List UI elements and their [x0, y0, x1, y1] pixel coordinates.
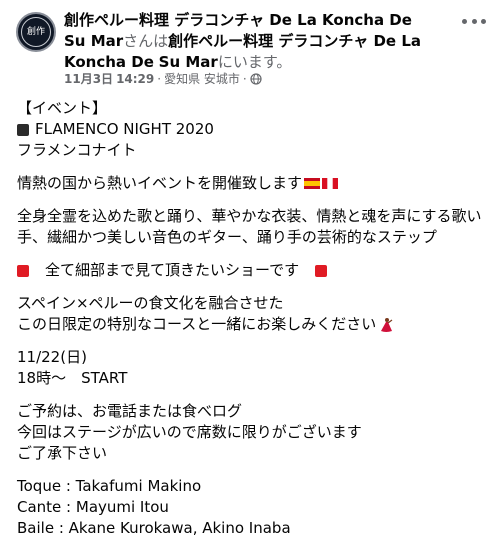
reservation-line-3: ご了承下さい: [17, 444, 108, 462]
event-title-ja: フラメンコナイト: [17, 141, 137, 159]
intro-text: 情熱の国から熱いイベントを開催致します: [17, 174, 303, 192]
post-place[interactable]: 愛知県 安城市: [164, 71, 240, 87]
event-title: FLAMENCO NIGHT 2020: [35, 120, 214, 138]
reservation-line-2: 今回はステージが広いので席数に限りがございます: [17, 423, 362, 441]
highlight-line: 全て細部まで見て頂きたいショーです: [17, 260, 487, 281]
post-meta: 11月3日 14:29 · 愛知県 安城市 ·: [64, 71, 262, 87]
meta-separator-2: ·: [242, 72, 247, 86]
spain-flag-icon: [304, 178, 321, 189]
event-heading: 【イベント】: [17, 99, 108, 117]
more-options-icon[interactable]: [462, 16, 486, 26]
post-header-text: 創作ペルー料理 デラコンチャ De La Koncha De Su Marさんは…: [64, 10, 436, 73]
avatar-logo: 創作: [21, 17, 51, 47]
post-date[interactable]: 11月3日: [64, 71, 113, 87]
globe-icon[interactable]: [250, 73, 262, 85]
meta-separator: ·: [157, 72, 162, 86]
post-body: 【イベント】 FLAMENCO NIGHT 2020 フラメンコナイト 情熱の国…: [17, 98, 487, 539]
intro-line: 情熱の国から熱いイベントを開催致します: [17, 173, 487, 194]
checkin-suffix: さんは: [123, 32, 169, 50]
fusion-line-1: スペイン×ペルーの食文化を融合させた: [17, 294, 284, 312]
performer-toque: Toque : Takafumi Makino: [17, 477, 202, 495]
checkin-end: にいます。: [217, 53, 292, 71]
red-square-icon: [17, 264, 29, 277]
post-time[interactable]: 14:29: [116, 71, 154, 87]
highlight-text: 全て細部まで見て頂きたいショーです: [45, 261, 300, 279]
black-square-icon: [17, 123, 29, 136]
facebook-post: 創作 創作ペルー料理 デラコンチャ De La Koncha De Su Mar…: [0, 0, 500, 537]
dancer-icon: [381, 317, 393, 332]
peru-flag-icon: [322, 178, 339, 189]
event-title-line: FLAMENCO NIGHT 2020: [17, 119, 487, 140]
fusion-line-2: この日限定の特別なコースと一緒にお楽しみください: [17, 314, 487, 335]
event-date: 11/22(日): [17, 348, 87, 366]
checkin-page-name-2[interactable]: Su Mar: [159, 53, 218, 71]
event-time: 18時～ START: [17, 369, 128, 387]
fusion-text-2: この日限定の特別なコースと一緒にお楽しみください: [17, 315, 377, 333]
reservation-line-1: ご予約は、お電話または食べログ: [17, 402, 243, 420]
red-square-icon: [315, 264, 328, 277]
avatar[interactable]: 創作: [16, 12, 56, 52]
description-line-2: 手、繊細かつ美しい音色のギター、踊り手の芸術的なステップ: [17, 228, 437, 246]
performer-baile: Baile : Akane Kurokawa, Akino Inaba: [17, 519, 291, 537]
description-line-1: 全身全霊を込めた歌と踊り、華やかな衣装、情熱と魂を声にする歌い: [17, 207, 482, 225]
post-header: 創作 創作ペルー料理 デラコンチャ De La Koncha De Su Mar…: [0, 0, 500, 92]
